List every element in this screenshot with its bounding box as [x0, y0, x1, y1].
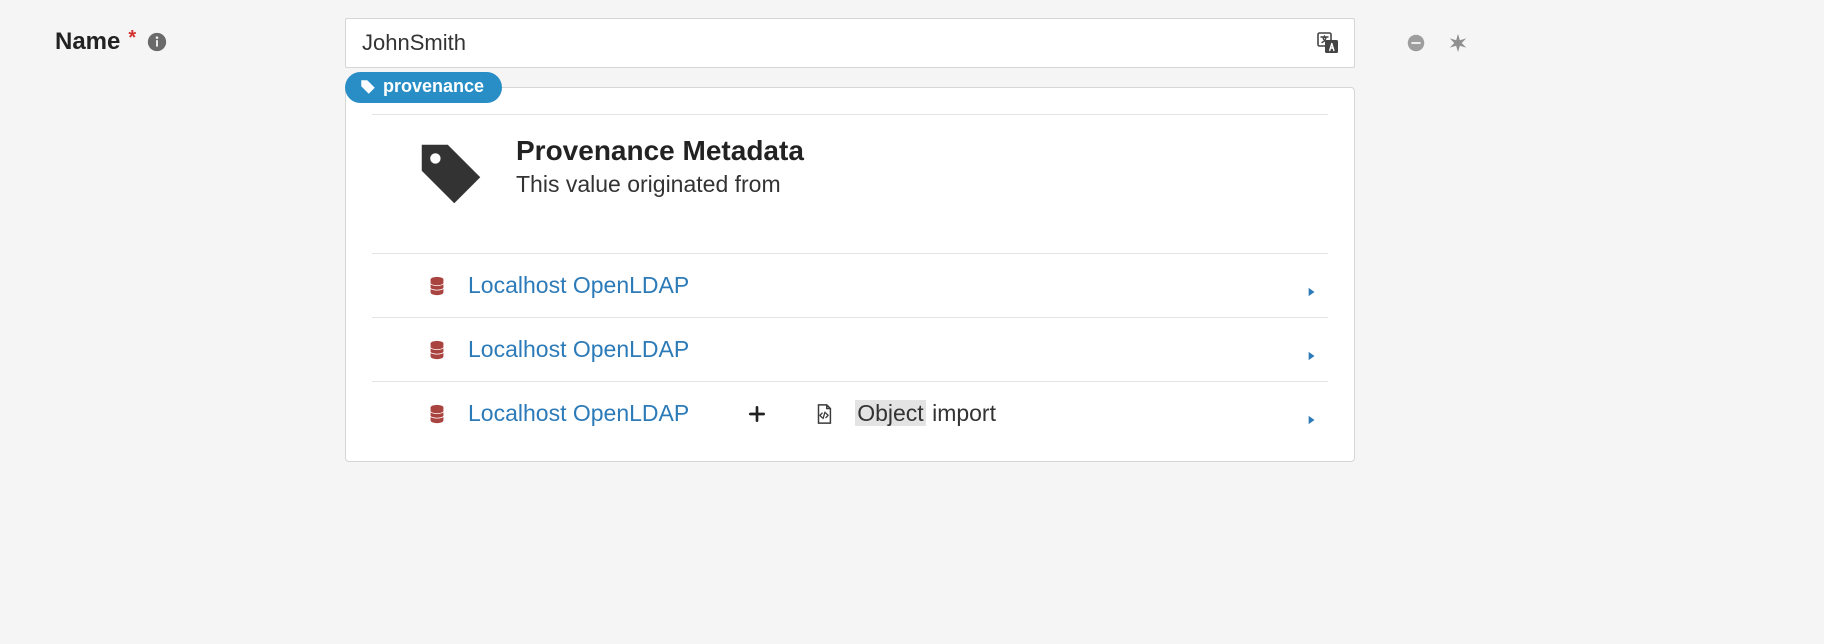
- provenance-item[interactable]: Localhost OpenLDAP: [372, 317, 1328, 381]
- provenance-source-link[interactable]: Localhost OpenLDAP: [468, 336, 689, 363]
- provenance-source-link[interactable]: Localhost OpenLDAP: [468, 400, 689, 427]
- field-label: Name: [55, 28, 120, 56]
- database-icon: [426, 339, 448, 361]
- provenance-pill-label: provenance: [383, 76, 484, 97]
- database-icon: [426, 275, 448, 297]
- provenance-subtitle: This value originated from: [516, 171, 804, 198]
- info-icon[interactable]: [146, 31, 168, 53]
- field-actions: [1355, 18, 1806, 54]
- translate-icon[interactable]: [1316, 31, 1340, 55]
- provenance-pill[interactable]: provenance: [345, 72, 502, 103]
- provenance-source-link[interactable]: Localhost OpenLDAP: [468, 272, 689, 299]
- field-col: provenance Provenance Metadata This valu…: [345, 18, 1355, 462]
- caret-right-icon[interactable]: [1304, 407, 1318, 421]
- provenance-header-text: Provenance Metadata This value originate…: [516, 135, 804, 213]
- code-file-icon: [813, 403, 835, 425]
- caret-right-icon[interactable]: [1304, 343, 1318, 357]
- field-label-col: Name *: [55, 18, 345, 56]
- asterisk-icon[interactable]: [1447, 32, 1469, 54]
- name-input[interactable]: [360, 29, 1306, 57]
- plus-icon: [747, 404, 767, 424]
- provenance-item[interactable]: Localhost OpenLDAP Object import: [372, 381, 1328, 445]
- remove-icon[interactable]: [1405, 32, 1427, 54]
- provenance-header: Provenance Metadata This value originate…: [372, 135, 1328, 253]
- required-asterisk: *: [128, 27, 136, 50]
- import-suffix: import: [932, 400, 996, 426]
- divider: [372, 114, 1328, 115]
- object-highlight: Object: [855, 400, 925, 426]
- database-icon: [426, 403, 448, 425]
- name-field-row: Name * provenance Provenance Metadata: [0, 0, 1824, 462]
- object-import-label: Object import: [855, 400, 996, 427]
- caret-right-icon[interactable]: [1304, 279, 1318, 293]
- provenance-panel: Provenance Metadata This value originate…: [345, 87, 1355, 462]
- provenance-title: Provenance Metadata: [516, 135, 804, 167]
- tag-icon: [412, 135, 490, 213]
- name-input-wrapper: [345, 18, 1355, 68]
- provenance-item[interactable]: Localhost OpenLDAP: [372, 253, 1328, 317]
